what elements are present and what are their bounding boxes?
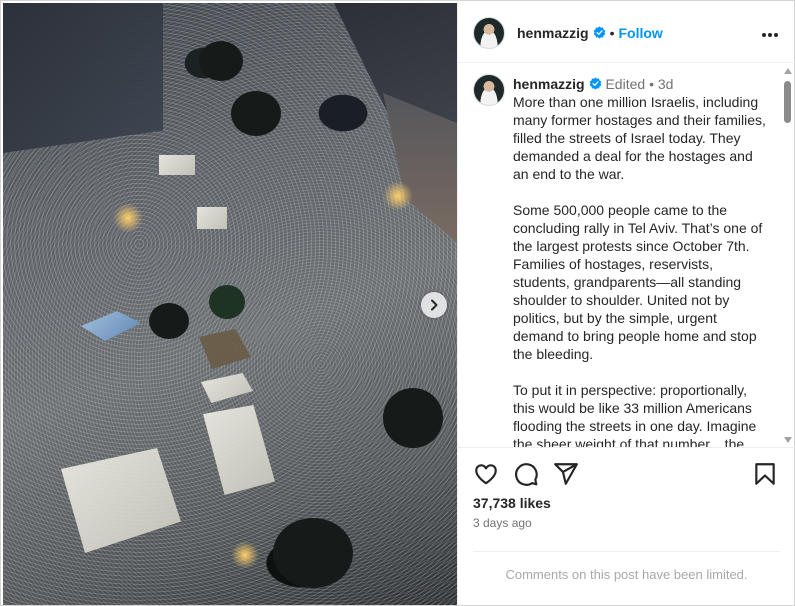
post-header: henmazzig • Follow bbox=[458, 3, 795, 63]
photo-tent bbox=[61, 448, 181, 553]
photo-tent bbox=[197, 207, 227, 229]
likes-count[interactable]: 37,738 likes bbox=[473, 495, 551, 511]
heart-icon bbox=[475, 464, 497, 485]
photo-tree bbox=[231, 91, 281, 136]
comment-icon bbox=[515, 463, 538, 486]
header-separator: • bbox=[609, 25, 615, 41]
photo-building bbox=[3, 3, 163, 154]
like-button[interactable] bbox=[473, 461, 499, 487]
scroll-up-arrow-icon[interactable] bbox=[784, 68, 792, 74]
photo-tent bbox=[201, 373, 253, 403]
next-media-button[interactable] bbox=[421, 292, 447, 318]
caption-scrollbar[interactable] bbox=[781, 64, 793, 447]
scroll-down-arrow-icon[interactable] bbox=[784, 437, 792, 443]
save-button[interactable] bbox=[752, 461, 778, 487]
caption-paragraph: More than one million Israelis, includin… bbox=[513, 94, 766, 182]
share-button[interactable] bbox=[553, 461, 579, 487]
post-sidebar: henmazzig • Follow henmazzig Edited • 3d… bbox=[457, 3, 795, 605]
photo-light bbox=[231, 541, 259, 569]
more-horizontal-icon bbox=[762, 33, 778, 37]
caption-header: henmazzig Edited • 3d bbox=[513, 76, 673, 92]
photo-light bbox=[113, 203, 143, 233]
comment-button[interactable] bbox=[513, 461, 539, 487]
avatar[interactable] bbox=[473, 17, 505, 49]
post-dialog: henmazzig • Follow henmazzig Edited • 3d… bbox=[0, 0, 795, 606]
caption-scroll-area[interactable]: henmazzig Edited • 3d More than one mill… bbox=[458, 64, 795, 447]
meta-separator: • bbox=[649, 76, 654, 92]
scrollbar-thumb[interactable] bbox=[784, 81, 791, 123]
photo-tree bbox=[199, 41, 243, 81]
post-photo bbox=[3, 3, 457, 605]
photo-tree bbox=[149, 303, 189, 339]
caption-paragraph: To put it in perspective: proportionally… bbox=[513, 382, 757, 447]
caption-paragraph: Some 500,000 people came to the concludi… bbox=[513, 202, 763, 362]
post-date[interactable]: 3 days ago bbox=[473, 516, 532, 530]
bookmark-icon bbox=[755, 463, 775, 485]
edited-label: Edited bbox=[605, 76, 646, 92]
caption-username[interactable]: henmazzig bbox=[513, 76, 585, 92]
verified-badge-icon bbox=[593, 26, 605, 39]
more-options-button[interactable] bbox=[761, 25, 779, 39]
photo-light bbox=[383, 181, 413, 211]
photo-tree bbox=[383, 388, 443, 448]
author-username[interactable]: henmazzig bbox=[517, 25, 589, 41]
caption-text: More than one million Israelis, includin… bbox=[513, 93, 766, 447]
comments-limited-notice: Comments on this post have been limited. bbox=[473, 551, 780, 597]
follow-button[interactable]: Follow bbox=[618, 25, 662, 41]
photo-stage bbox=[199, 329, 251, 369]
avatar[interactable] bbox=[473, 74, 505, 106]
photo-tree bbox=[273, 518, 353, 588]
post-age[interactable]: 3d bbox=[658, 76, 674, 92]
verified-badge-icon bbox=[589, 77, 601, 90]
photo-tent bbox=[81, 311, 141, 341]
photo-tree bbox=[209, 285, 245, 319]
share-icon bbox=[554, 463, 578, 485]
post-author: henmazzig • Follow bbox=[517, 25, 663, 41]
photo-tent bbox=[203, 405, 275, 495]
chevron-right-icon bbox=[431, 299, 438, 311]
photo-tent bbox=[159, 155, 195, 175]
post-actions: 37,738 likes 3 days ago Comments on this… bbox=[458, 447, 795, 597]
